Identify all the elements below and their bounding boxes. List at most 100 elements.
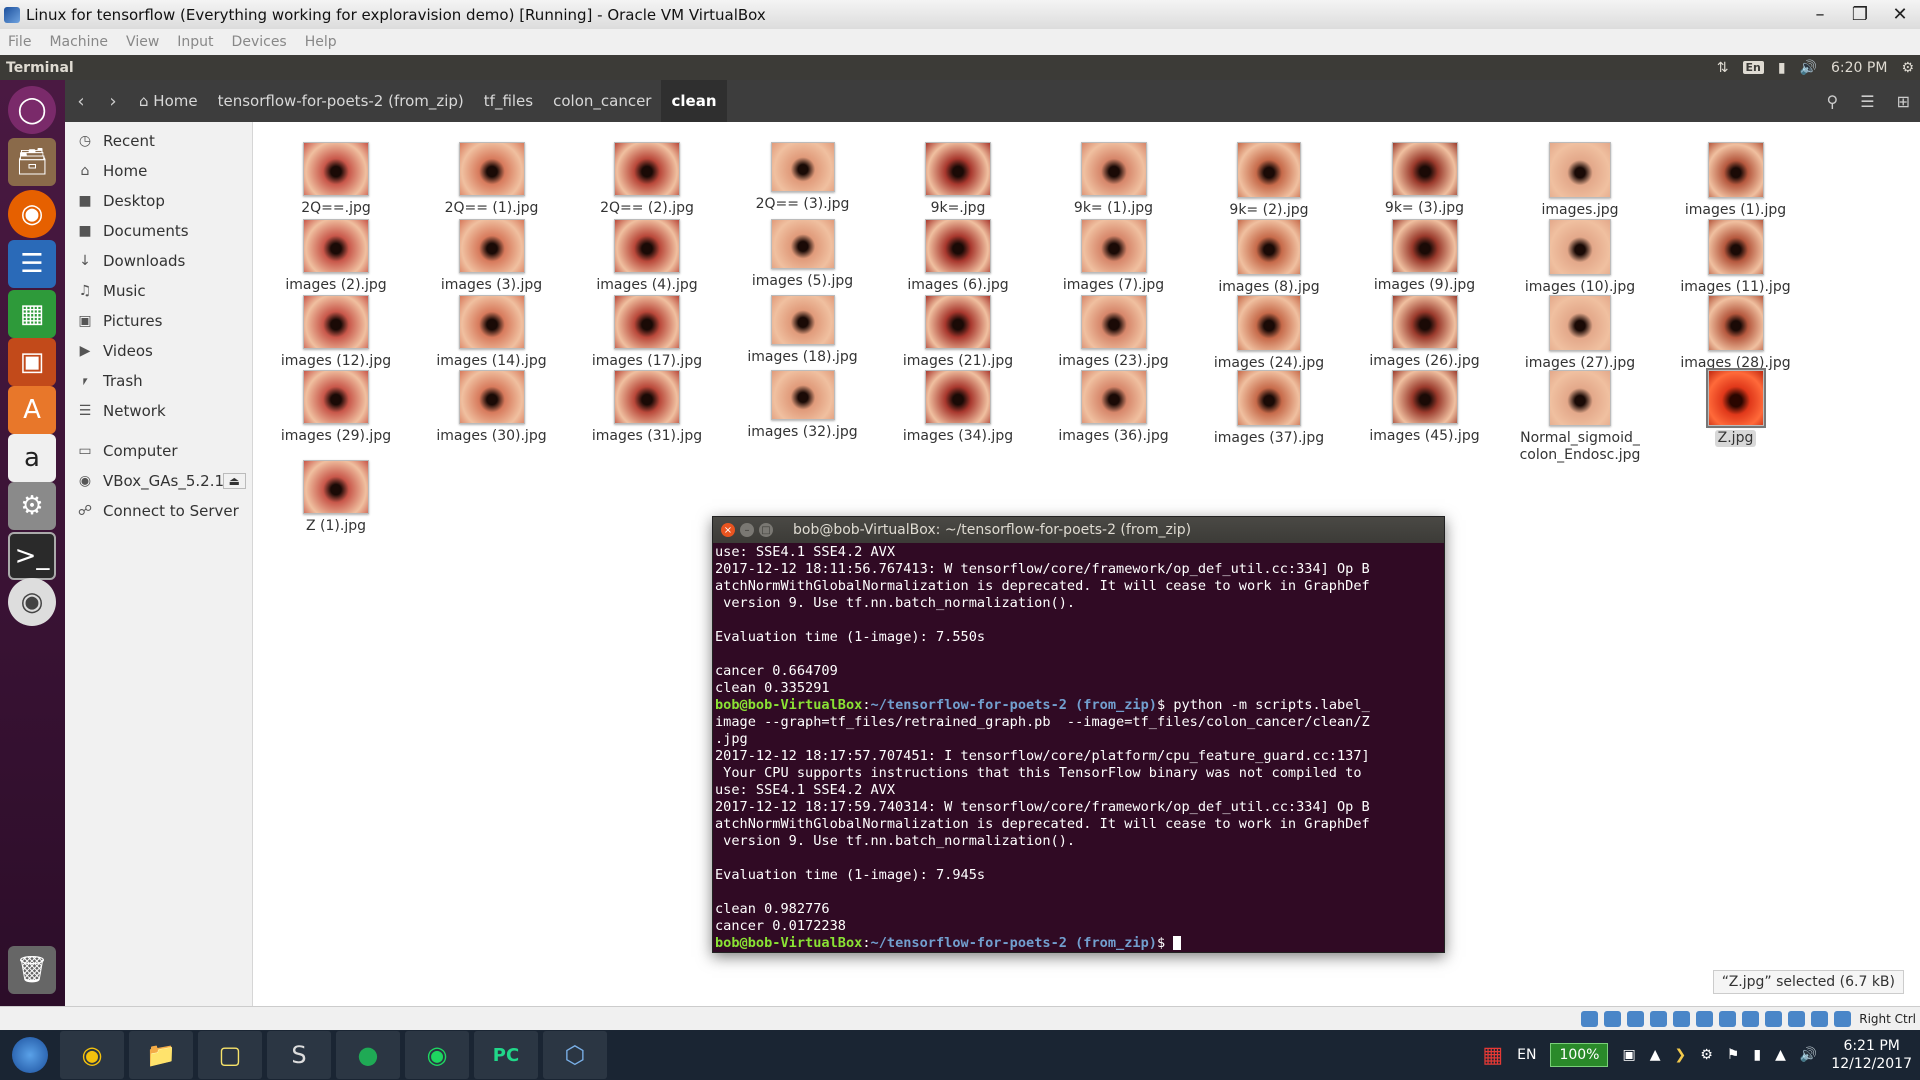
file-item[interactable]: images (27).jpg xyxy=(1505,295,1655,372)
sticky-notes-icon[interactable]: ▢ xyxy=(198,1031,262,1079)
chrome-icon[interactable]: ◉ xyxy=(60,1031,124,1079)
windows-start-button[interactable] xyxy=(0,1030,60,1080)
file-item[interactable]: images (4).jpg xyxy=(572,219,722,294)
office-icon[interactable]: ▦ xyxy=(1482,1043,1503,1068)
file-item[interactable]: images (26).jpg xyxy=(1350,295,1500,370)
sidebar-item-documents[interactable]: ■ Documents xyxy=(65,216,252,246)
dvd-icon[interactable]: ◉ xyxy=(8,578,56,626)
file-item[interactable]: 9k= (2).jpg xyxy=(1194,142,1344,219)
calc-icon[interactable]: ▦ xyxy=(8,290,56,338)
list-view-icon[interactable]: ☰ xyxy=(1860,92,1874,111)
battery-icon[interactable]: ▮ xyxy=(1778,60,1786,76)
breadcrumb-project[interactable]: tensorflow-for-poets-2 (from_zip) xyxy=(208,80,474,122)
grid-view-icon[interactable]: ⊞ xyxy=(1897,92,1910,111)
virtualbox-taskbar-icon[interactable]: ⬡ xyxy=(543,1031,607,1079)
file-item[interactable]: images.jpg xyxy=(1505,142,1655,219)
file-item[interactable]: 9k= (3).jpg xyxy=(1350,142,1500,217)
sidebar-item-recent[interactable]: ◷ Recent xyxy=(65,126,252,156)
close-button[interactable]: ✕ xyxy=(1880,0,1920,29)
terminal-icon[interactable]: >_ xyxy=(8,532,56,580)
file-item[interactable]: Normal_sigmoid_ colon_Endosc.jpg xyxy=(1505,370,1655,464)
sidebar-item-home[interactable]: ⌂ Home xyxy=(65,156,252,186)
file-item[interactable]: images (29).jpg xyxy=(261,370,411,445)
sidebar-item-computer[interactable]: ▭ Computer xyxy=(65,436,252,466)
minimize-button[interactable]: – xyxy=(1800,0,1840,29)
file-item[interactable]: images (9).jpg xyxy=(1350,219,1500,294)
file-item[interactable]: images (30).jpg xyxy=(417,370,567,445)
file-item[interactable]: images (8).jpg xyxy=(1194,219,1344,296)
signal-icon[interactable]: ▲ xyxy=(1775,1047,1786,1063)
battery-indicator[interactable]: 100% xyxy=(1550,1043,1609,1067)
file-item[interactable]: images (5).jpg xyxy=(728,219,878,290)
breadcrumb-colon-cancer[interactable]: colon_cancer xyxy=(543,80,661,122)
file-item[interactable]: images (10).jpg xyxy=(1505,219,1655,296)
breadcrumb-clean[interactable]: clean xyxy=(661,80,727,122)
file-item[interactable]: 9k=.jpg xyxy=(883,142,1033,217)
ubuntu-dash-icon[interactable]: ◯ xyxy=(8,86,56,134)
sidebar-item-trash[interactable]: ⎖ Trash xyxy=(65,366,252,396)
settings-icon[interactable]: ⚙ xyxy=(8,482,56,530)
menu-view[interactable]: View xyxy=(126,34,159,50)
file-item[interactable]: images (24).jpg xyxy=(1194,295,1344,372)
file-item[interactable]: images (18).jpg xyxy=(728,295,878,366)
file-item[interactable]: 2Q==.jpg xyxy=(261,142,411,217)
menu-file[interactable]: File xyxy=(8,34,31,50)
sidebar-item-music[interactable]: ♫ Music xyxy=(65,276,252,306)
forward-button[interactable]: › xyxy=(97,91,129,112)
files-icon[interactable]: 🗃 xyxy=(8,138,56,186)
gear-icon[interactable]: ⚙ xyxy=(1901,60,1914,76)
file-item[interactable]: images (12).jpg xyxy=(261,295,411,370)
tray-app-icon[interactable]: ▣ xyxy=(1622,1047,1635,1063)
chevron-right-icon[interactable]: ❯ xyxy=(1675,1047,1687,1063)
file-item[interactable]: images (17).jpg xyxy=(572,295,722,370)
file-item[interactable]: images (23).jpg xyxy=(1039,295,1189,370)
menu-input[interactable]: Input xyxy=(177,34,213,50)
file-item[interactable]: 2Q== (1).jpg xyxy=(417,142,567,217)
terminal-window[interactable]: × – □ bob@bob-VirtualBox: ~/tensorflow-f… xyxy=(712,516,1445,953)
back-button[interactable]: ‹ xyxy=(65,91,97,112)
file-item[interactable]: 2Q== (2).jpg xyxy=(572,142,722,217)
file-item[interactable]: images (32).jpg xyxy=(728,370,878,441)
vm-device-icons[interactable] xyxy=(1581,1010,1852,1027)
flag-icon[interactable]: ⚑ xyxy=(1727,1047,1740,1063)
sidebar-item-connect-to-server[interactable]: ☍ Connect to Server xyxy=(65,496,252,526)
sidebar-item-pictures[interactable]: ▣ Pictures xyxy=(65,306,252,336)
slides-icon[interactable]: S xyxy=(267,1031,331,1079)
software-center-icon[interactable]: A xyxy=(8,386,56,434)
search-icon[interactable]: ⚲ xyxy=(1827,92,1839,111)
restore-button[interactable]: ❐ xyxy=(1840,0,1880,29)
breadcrumb-home[interactable]: ⌂ Home xyxy=(129,80,208,122)
file-item[interactable]: images (1).jpg xyxy=(1661,142,1811,219)
sidebar-item-desktop[interactable]: ■ Desktop xyxy=(65,186,252,216)
file-item[interactable]: Z (1).jpg xyxy=(261,460,411,535)
terminal-close-icon[interactable]: × xyxy=(721,523,735,537)
sidebar-item-vbox-gas-5-2-1[interactable]: ◉ VBox_GAs_5.2.1 ⏏ xyxy=(65,466,252,496)
menu-help[interactable]: Help xyxy=(305,34,337,50)
hangouts-icon[interactable]: ● xyxy=(336,1031,400,1079)
file-item[interactable]: images (31).jpg xyxy=(572,370,722,445)
amazon-icon[interactable]: a xyxy=(8,434,56,482)
file-item[interactable]: images (37).jpg xyxy=(1194,370,1344,447)
file-item[interactable]: images (7).jpg xyxy=(1039,219,1189,294)
file-item[interactable]: images (14).jpg xyxy=(417,295,567,370)
pycharm-icon[interactable]: PC xyxy=(474,1031,538,1079)
keyboard-layout-indicator[interactable]: En xyxy=(1742,61,1764,74)
sidebar-item-videos[interactable]: ▶ Videos xyxy=(65,336,252,366)
terminal-titlebar[interactable]: × – □ bob@bob-VirtualBox: ~/tensorflow-f… xyxy=(713,517,1444,543)
sidebar-item-network[interactable]: ☰ Network xyxy=(65,396,252,426)
sidebar-item-downloads[interactable]: ↓ Downloads xyxy=(65,246,252,276)
file-item[interactable]: images (2).jpg xyxy=(261,219,411,294)
terminal-minimize-icon[interactable]: – xyxy=(740,523,754,537)
file-item[interactable]: images (36).jpg xyxy=(1039,370,1189,445)
network-transfer-icon[interactable]: ⇅ xyxy=(1717,60,1729,76)
show-hidden-icons[interactable]: ▲ xyxy=(1650,1047,1661,1063)
file-item[interactable]: Z.jpg xyxy=(1661,368,1811,447)
firefox-icon[interactable]: ◉ xyxy=(8,190,56,238)
file-explorer-icon[interactable]: 📁 xyxy=(129,1031,193,1079)
impress-icon[interactable]: ▣ xyxy=(8,338,56,386)
language-indicator[interactable]: EN xyxy=(1517,1047,1536,1063)
gear-tray-icon[interactable]: ⚙ xyxy=(1700,1047,1713,1063)
file-item[interactable]: 2Q== (3).jpg xyxy=(728,142,878,213)
file-item[interactable]: images (6).jpg xyxy=(883,219,1033,294)
file-item[interactable]: images (45).jpg xyxy=(1350,370,1500,445)
